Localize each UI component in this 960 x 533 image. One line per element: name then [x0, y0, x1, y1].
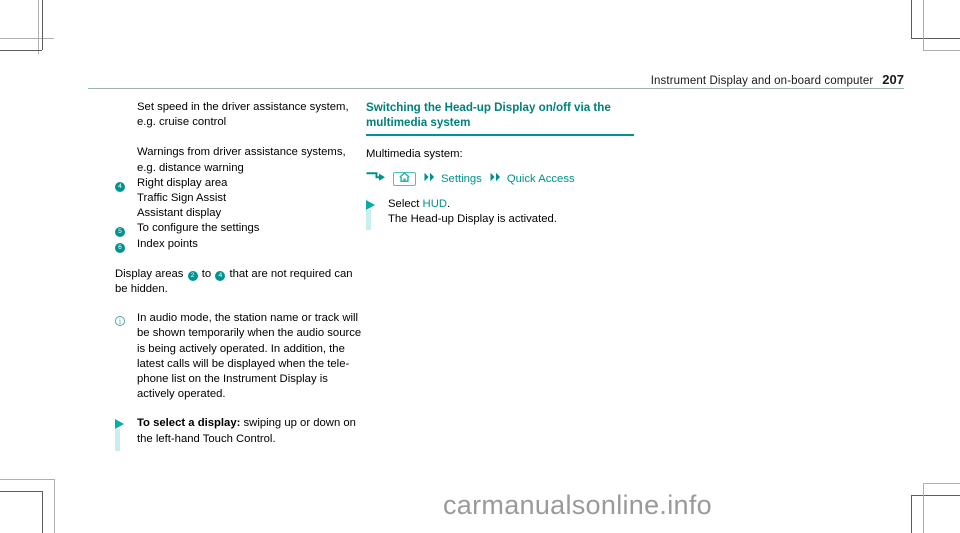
section-heading-rule: [366, 134, 634, 136]
action-step-lead: To select a display:: [137, 417, 241, 430]
inline-number-badge-4: 4: [215, 270, 226, 281]
section-heading-text: Switching the Head-up Display on/off via…: [366, 100, 634, 130]
home-key-button[interactable]: [393, 171, 416, 187]
action-tail-bar: [115, 429, 120, 452]
legend-entry-6: 6 Index points: [115, 237, 367, 253]
legend-number-badge-4: 4: [115, 181, 125, 192]
info-note-line: latest calls will be displayed when the …: [137, 357, 350, 370]
action-step-line1: To select a display: swiping up or down …: [137, 416, 367, 431]
legend-line: Index points: [137, 237, 198, 250]
legend-marker-slot: 5: [115, 221, 137, 238]
double-chevron-right-icon: [490, 172, 502, 187]
section-heading: Switching the Head-up Display on/off via…: [366, 100, 634, 136]
legend-entry: Warnings from driver assistance systems,…: [115, 145, 367, 175]
action-step-select-hud: Select HUD. The Head-up Display is activ…: [366, 197, 634, 230]
section-heading-line1: Switching the Head-up Display on/off via…: [366, 101, 611, 114]
legend-text: Index points: [137, 237, 367, 252]
crop-mark-top-left: [0, 0, 130, 130]
legend-line: Warnings from driver assistance systems,: [137, 146, 346, 159]
action-step-line1: Select HUD.: [388, 197, 634, 212]
info-note-line: be shown temporarily when the audio sour…: [137, 327, 362, 340]
info-note: i In audio mode, the station name or tra…: [115, 311, 367, 402]
legend-text: Right display area Traffic Sign Assist A…: [137, 176, 367, 222]
multimedia-intro: Multimedia system:: [366, 147, 463, 160]
running-head: Instrument Display and on-board computer…: [651, 72, 904, 87]
info-note-text: In audio mode, the station name or track…: [137, 311, 367, 402]
action-step-line2: the left-hand Touch Control.: [137, 432, 276, 445]
legend-line: Set speed in the driver assistance syste…: [137, 101, 349, 113]
action-triangle-icon: [366, 200, 378, 230]
info-note-line: actively operated.: [137, 388, 226, 401]
triangle-glyph: [366, 200, 375, 210]
legend-entry: Set speed in the driver assistance syste…: [115, 100, 367, 130]
legend-line: e.g. cruise control: [137, 116, 227, 129]
action-step-text: To select a display: swiping up or down …: [137, 416, 367, 446]
action-triangle-icon: [115, 419, 127, 452]
path-step-quick-access[interactable]: Quick Access: [507, 172, 575, 187]
legend-marker-slot: 4: [115, 176, 137, 192]
action-step-line2: The Head-up Display is activated.: [388, 213, 557, 226]
legend-entry-5: 5 To configure the settings: [115, 221, 367, 238]
running-head-title: Instrument Display and on-board computer: [650, 75, 874, 87]
hide-areas-note: Display areas 2 to 4 that are not requir…: [115, 267, 367, 297]
triangle-glyph: [115, 419, 124, 430]
double-chevron-right-icon: [424, 172, 436, 187]
legend-number-badge-6: 6: [115, 242, 125, 253]
crop-mark-top-right: [878, 0, 960, 60]
info-marker-slot: i: [115, 311, 137, 327]
legend-text: To configure the settings: [137, 221, 367, 236]
page-number: 207: [882, 72, 904, 87]
legend-line: Assistant display: [137, 207, 222, 220]
hide-areas-middle: to: [201, 267, 212, 280]
action-step-rest: swiping up or down on: [240, 417, 356, 430]
header-rule: [88, 88, 904, 89]
right-column: Switching the Head-up Display on/off via…: [366, 100, 634, 230]
crop-mark-bottom-right: [878, 473, 960, 533]
section-heading-line2: multimedia system: [366, 116, 471, 129]
hud-highlight[interactable]: HUD: [423, 198, 447, 210]
legend-text: Warnings from driver assistance systems,…: [137, 145, 367, 175]
hide-areas-line2: be hidden.: [115, 283, 168, 296]
action-tail-bar: [366, 210, 371, 230]
info-note-line: In audio mode, the station name or track…: [137, 312, 359, 325]
action-step-text: Select HUD. The Head-up Display is activ…: [388, 197, 634, 227]
left-column: Set speed in the driver assistance syste…: [115, 100, 367, 452]
hide-areas-prefix: Display areas: [115, 267, 184, 280]
legend-marker-slot: 6: [115, 237, 137, 253]
legend-line: To configure the settings: [137, 222, 260, 235]
action-step-select-display: To select a display: swiping up or down …: [115, 416, 367, 452]
select-label: Select: [388, 198, 423, 210]
info-icon: i: [115, 316, 125, 327]
enter-arrow-icon: [366, 171, 386, 188]
multimedia-path: Settings Quick Access: [366, 171, 634, 188]
legend-line: e.g. distance warning: [137, 161, 244, 174]
legend-line: Traffic Sign Assist: [137, 192, 227, 205]
legend-text: Set speed in the driver assistance syste…: [137, 100, 367, 130]
home-icon: [399, 171, 410, 187]
legend-entry-4: 4 Right display area Traffic Sign Assist…: [115, 176, 367, 222]
crop-mark-bottom-left: [0, 403, 130, 533]
info-note-line: is being actively operated. In addition,…: [137, 342, 345, 355]
path-step-settings[interactable]: Settings: [441, 172, 482, 187]
legend-line: Right display area: [137, 176, 228, 189]
hide-areas-suffix: that are not required can: [229, 267, 353, 280]
inline-number-badge-2: 2: [187, 270, 198, 281]
watermark: carmanualsonline.info: [443, 490, 712, 520]
select-period: .: [447, 198, 451, 210]
info-note-line: phone list on the Instrument Display is: [137, 373, 328, 386]
